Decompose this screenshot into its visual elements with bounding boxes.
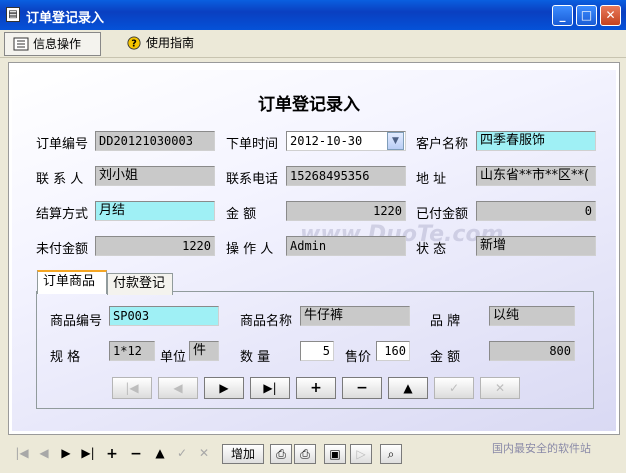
customer-field[interactable]: 四季春服饰 xyxy=(476,131,596,151)
edit-icon[interactable]: ▲ xyxy=(388,377,428,399)
order-no-label: 订单编号 xyxy=(36,137,89,152)
nav-edit-icon[interactable]: ▲ xyxy=(152,446,168,460)
next-icon[interactable]: ▶ xyxy=(204,377,244,399)
amount-field[interactable]: 1220 xyxy=(286,201,406,221)
prev-icon[interactable]: ◀ xyxy=(158,377,198,399)
operator-label: 操 作 人 xyxy=(226,242,274,257)
nav-prev-icon[interactable]: ◀ xyxy=(36,446,52,460)
svg-text:?: ? xyxy=(131,39,137,50)
cancel-icon[interactable]: ✕ xyxy=(480,377,520,399)
guide-button[interactable]: ? 使用指南 xyxy=(118,32,216,56)
qty-label: 数 量 xyxy=(240,350,271,365)
nav-last-icon[interactable]: ▶| xyxy=(80,446,96,460)
help-icon: ? xyxy=(127,36,141,50)
status-field[interactable]: 新增 xyxy=(476,236,596,256)
amount-label: 金 额 xyxy=(226,207,257,222)
print-setup-icon[interactable]: ⎙ xyxy=(294,444,316,464)
minimize-button[interactable]: _ xyxy=(552,5,573,26)
unpaid-field[interactable]: 1220 xyxy=(95,236,215,256)
order-time-label: 下单时间 xyxy=(226,137,279,152)
phone-label: 联系电话 xyxy=(226,172,279,187)
save-icon[interactable]: ✓ xyxy=(434,377,474,399)
delete-icon[interactable]: − xyxy=(342,377,382,399)
unit-label: 单位 xyxy=(160,350,187,365)
goods-amount-field[interactable]: 800 xyxy=(489,341,575,361)
address-label: 地 址 xyxy=(416,172,447,187)
unpaid-label: 未付金额 xyxy=(36,242,89,257)
window-title: 订单登记录入 xyxy=(26,11,105,26)
status-label: 状 态 xyxy=(416,242,447,257)
spec-field[interactable]: 1*12 xyxy=(109,341,155,361)
order-no-field[interactable]: DD20121030003 xyxy=(95,131,215,151)
maximize-button[interactable]: □ xyxy=(576,5,597,26)
last-icon[interactable]: ▶| xyxy=(250,377,290,399)
add-record-button[interactable]: 增加 xyxy=(222,444,264,464)
guide-label: 使用指南 xyxy=(146,36,195,50)
contact-label: 联 系 人 xyxy=(36,172,84,187)
address-field[interactable]: 山东省**市**区**( xyxy=(476,166,596,186)
close-button[interactable]: ✕ xyxy=(600,5,621,26)
phone-field[interactable]: 15268495356 xyxy=(286,166,406,186)
goods-name-field[interactable]: 牛仔裤 xyxy=(300,306,410,326)
page-title: 订单登记录入 xyxy=(258,95,360,115)
price-label: 售价 xyxy=(345,350,372,365)
info-ops-label: 信息操作 xyxy=(33,37,82,51)
operator-field[interactable]: Admin xyxy=(286,236,406,256)
brand-field[interactable]: 以纯 xyxy=(489,306,575,326)
nav-first-icon[interactable]: |◀ xyxy=(14,446,30,460)
tab-order-goods[interactable]: 订单商品 xyxy=(37,270,107,294)
unit-field[interactable]: 件 xyxy=(189,341,219,361)
brand-label: 品 牌 xyxy=(430,314,461,329)
contact-field[interactable]: 刘小姐 xyxy=(95,166,215,186)
nav-delete-icon[interactable]: − xyxy=(128,446,144,462)
settle-field[interactable]: 月结 xyxy=(95,201,215,221)
info-ops-button[interactable]: 信息操作 xyxy=(4,32,101,56)
chevron-down-icon[interactable]: ▼ xyxy=(387,132,404,150)
qty-field[interactable]: 5 xyxy=(300,341,334,361)
watermark-corner: 国内最安全的软件站 xyxy=(492,442,591,455)
play-icon[interactable]: ▷ xyxy=(350,444,372,464)
spec-label: 规 格 xyxy=(50,350,81,365)
add-icon[interactable]: + xyxy=(296,377,336,399)
goods-amount-label: 金 额 xyxy=(430,350,461,365)
nav-save-icon[interactable]: ✓ xyxy=(174,446,190,460)
toolbar: 信息操作 ? 使用指南 xyxy=(0,30,626,58)
settle-label: 结算方式 xyxy=(36,207,89,222)
nav-next-icon[interactable]: ▶ xyxy=(58,446,74,460)
paid-field[interactable]: 0 xyxy=(476,201,596,221)
document-icon: ▤ xyxy=(6,7,20,22)
goods-code-label: 商品编号 xyxy=(50,314,103,329)
paid-label: 已付金额 xyxy=(416,207,469,222)
zoom-icon[interactable]: ⌕ xyxy=(380,444,402,464)
print-icon[interactable]: ⎙ xyxy=(270,444,292,464)
list-icon xyxy=(13,37,29,51)
preview-icon[interactable]: ▣ xyxy=(324,444,346,464)
goods-code-field[interactable]: SP003 xyxy=(109,306,219,326)
goods-name-label: 商品名称 xyxy=(240,314,293,329)
nav-cancel-icon[interactable]: ✕ xyxy=(196,446,212,460)
first-icon[interactable]: |◀ xyxy=(112,377,152,399)
customer-label: 客户名称 xyxy=(416,137,469,152)
title-bar: ▤ 订单登记录入 _ □ ✕ xyxy=(0,0,626,30)
nav-add-icon[interactable]: + xyxy=(104,446,120,462)
price-field[interactable]: 160 xyxy=(376,341,410,361)
tab-payment[interactable]: 付款登记 xyxy=(107,273,173,295)
